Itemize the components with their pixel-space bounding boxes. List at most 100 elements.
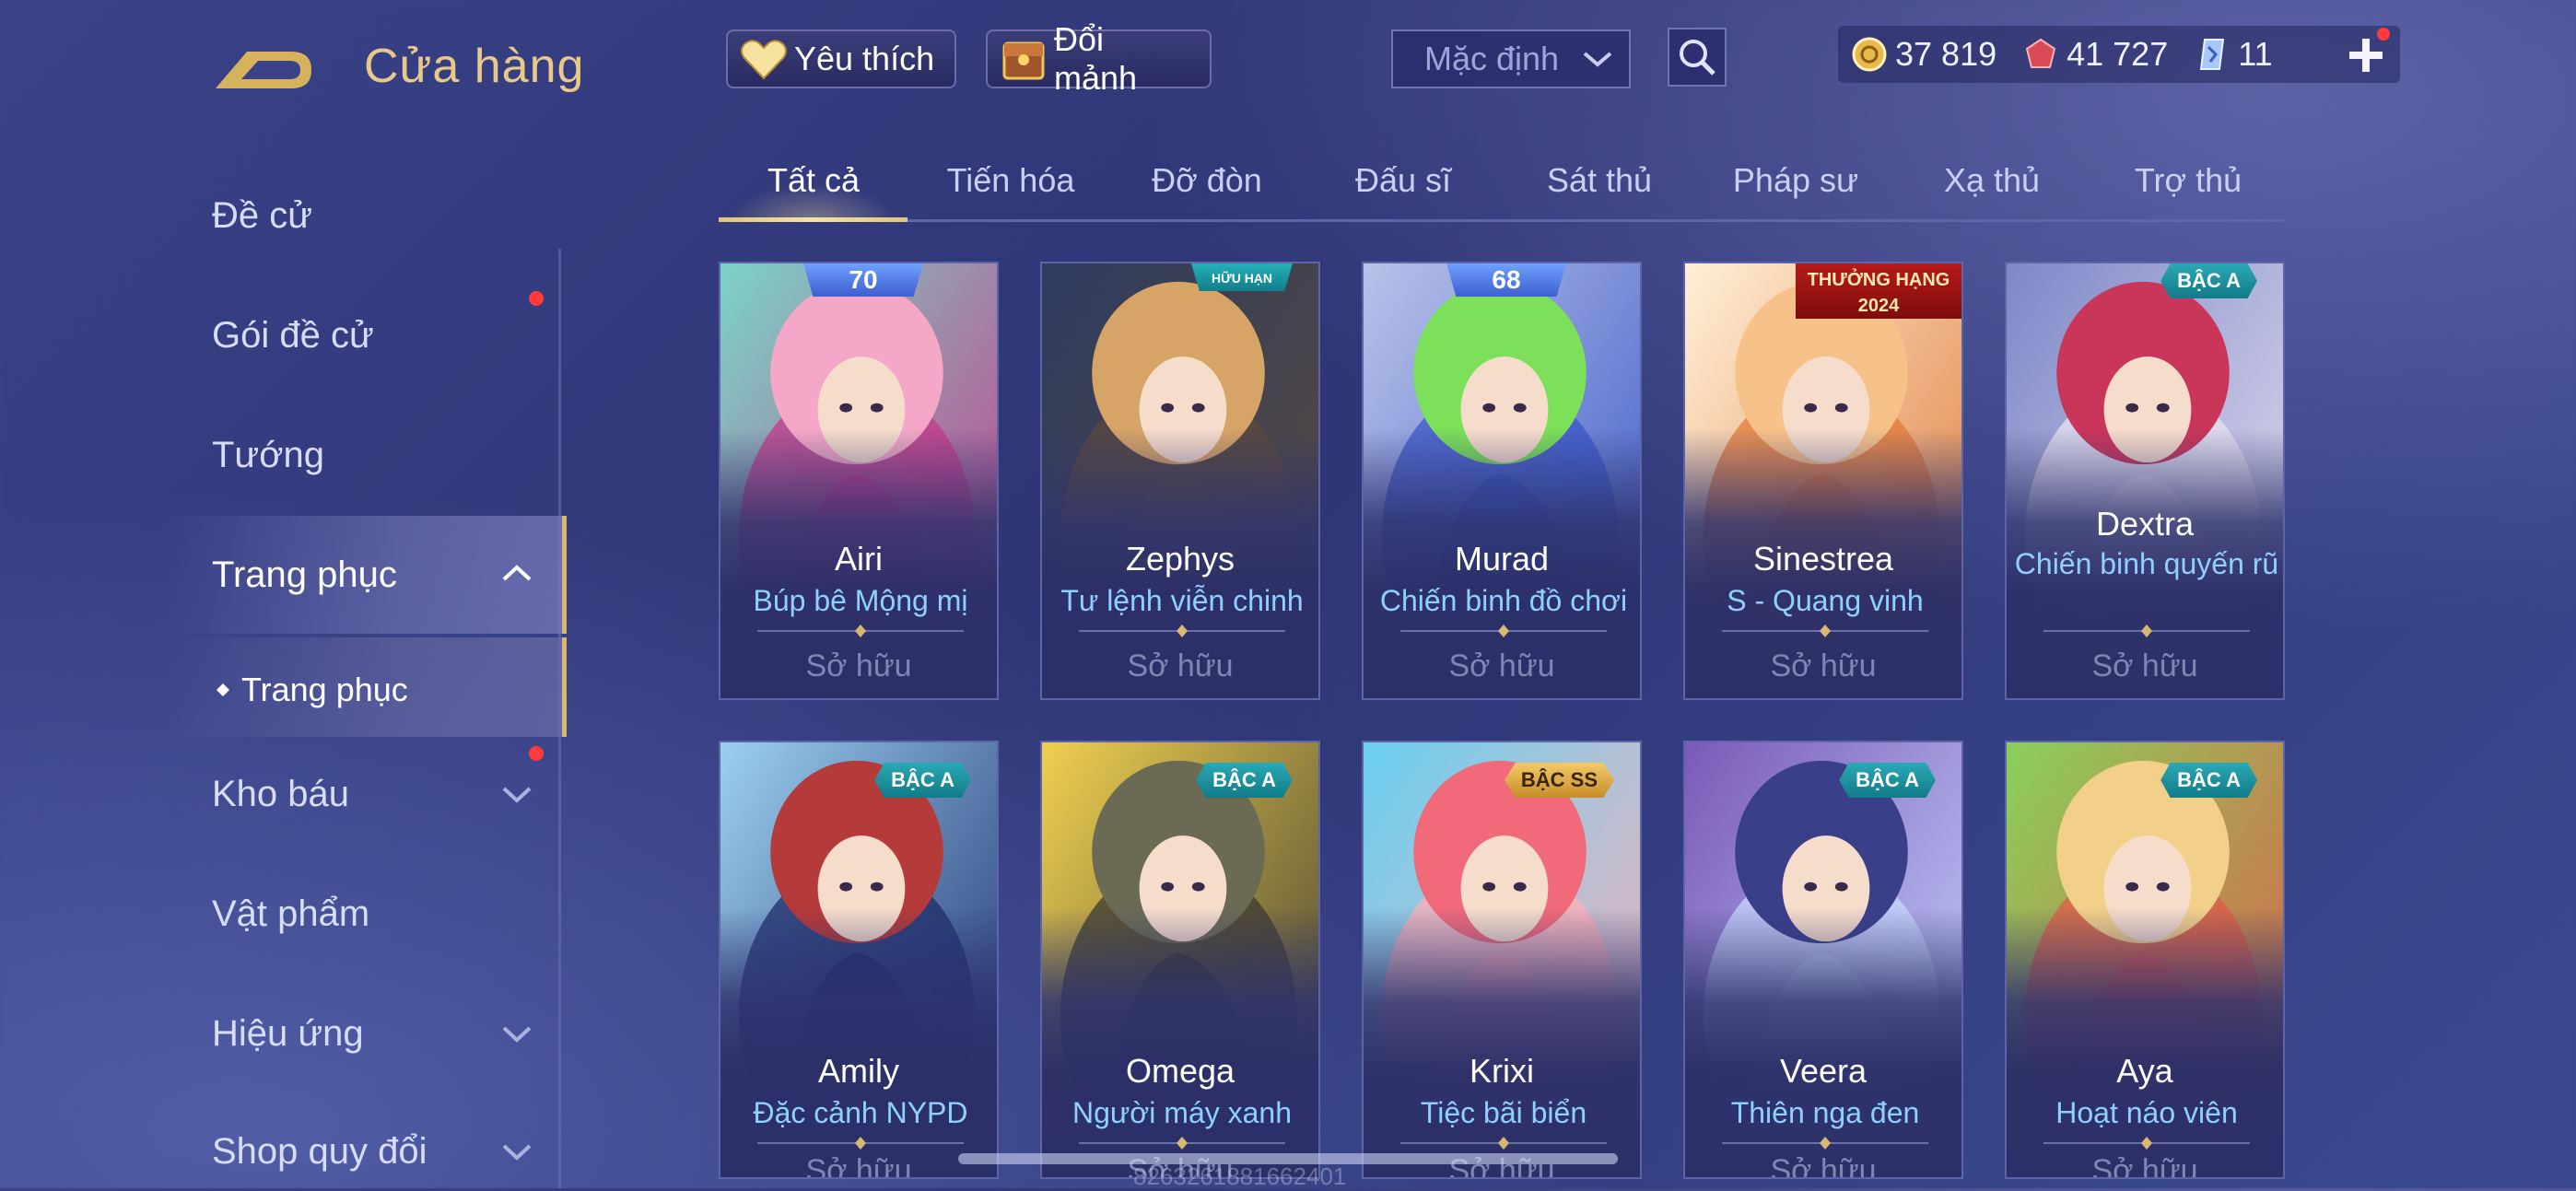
sidebar-item-recommended-packs[interactable]: Gói đề cử <box>212 315 374 356</box>
owned-status: Sở hữu <box>2091 1153 2198 1179</box>
tab-tank[interactable]: Đỡ đòn <box>1115 161 1299 200</box>
chevron-down-icon <box>1583 52 1612 67</box>
separator-ornament <box>1722 1137 1928 1150</box>
hero-name: Omega <box>1125 1052 1235 1090</box>
gold-value: 37 819 <box>1895 35 1997 73</box>
hero-name: Sinestrea <box>1752 540 1894 578</box>
skin-card[interactable]: BẬC A Dextra Chiến binh quyến rũ Sở hữu <box>2005 262 2285 700</box>
voucher-crystal-icon <box>2200 39 2225 70</box>
rank-reward-badge: THƯỞNG HẠNG 2024 <box>1796 263 1961 319</box>
owned-status: Sở hữu <box>805 648 912 683</box>
sidebar-subitem-skins[interactable]: Trang phục <box>216 671 408 709</box>
tab-evolution[interactable]: Tiến hóa <box>919 161 1103 200</box>
chevron-down-icon[interactable] <box>501 785 533 803</box>
sidebar-item-effects[interactable]: Hiệu ứng <box>212 1013 364 1055</box>
skin-card[interactable]: BẬC A Amily Đặc cảnh NYPD Sở hữu <box>719 741 999 1179</box>
separator-ornament <box>757 1137 964 1150</box>
notification-dot <box>2377 28 2390 41</box>
skin-name: Búp bê Mộng mị <box>753 584 968 617</box>
skin-card[interactable]: HỮU HẠN Zephys Tư lệnh viễn chinh Sở hữu <box>1040 262 1320 700</box>
tab-fighter[interactable]: Đấu sĩ <box>1311 161 1495 200</box>
sidebar-item-heroes[interactable]: Tướng <box>212 435 324 476</box>
level-badge: 68 <box>1446 263 1566 297</box>
tab-marksman[interactable]: Xạ thủ <box>1900 161 2084 200</box>
tier-badge: BẬC A <box>2160 763 2257 798</box>
favorites-button[interactable]: Yêu thích <box>726 29 956 88</box>
tier-badge: BẬC A <box>1839 763 1936 798</box>
notification-dot <box>529 746 544 761</box>
owned-status: Sở hữu <box>1770 648 1877 683</box>
currency-bar: 37 819 41 727 11 <box>1838 26 2400 83</box>
skin-name: Chiến binh quyến rũ <box>2014 547 2279 580</box>
treasure-chest-icon <box>1002 41 1045 80</box>
hero-name: Krixi <box>1469 1052 1534 1090</box>
hero-name: Amily <box>818 1052 899 1090</box>
skin-name: S - Quang vinh <box>1727 584 1924 617</box>
hero-name: Murad <box>1454 540 1550 578</box>
tab-all[interactable]: Tất cả <box>721 161 906 200</box>
hero-name: Dextra <box>2095 505 2195 543</box>
tier-badge: BẬC SS <box>1504 763 1614 798</box>
sidebar-item-recommended[interactable]: Đề cử <box>212 195 312 237</box>
owned-status: Sở hữu <box>1127 648 1234 683</box>
owned-status: Sở hữu <box>1448 648 1555 683</box>
search-button[interactable] <box>1668 28 1727 87</box>
skin-card[interactable]: BẬC A Aya Hoạt náo viên Sở hữu <box>2005 741 2285 1179</box>
skin-name: Thiên nga đen <box>1730 1096 1920 1129</box>
separator-ornament <box>1400 625 1607 637</box>
chevron-up-icon <box>502 565 532 581</box>
skin-card[interactable]: 68 Murad Chiến binh đồ chơi Sở hữu <box>1362 262 1642 700</box>
separator-ornament <box>1722 625 1928 637</box>
skin-card[interactable]: BẬC A Veera Thiên nga đen Sở hữu <box>1683 741 1963 1179</box>
sidebar-item-skins[interactable]: Trang phục <box>212 555 397 596</box>
gold-coin-icon <box>1852 37 1887 72</box>
separator-ornament <box>1079 625 1285 637</box>
tab-assassin[interactable]: Sát thủ <box>1507 161 1692 200</box>
tab-support[interactable]: Trợ thủ <box>2096 161 2280 200</box>
separator-ornament <box>2043 625 2250 637</box>
search-icon <box>1680 40 1715 76</box>
hero-name: Veera <box>1779 1052 1868 1090</box>
skin-name: Hoạt náo viên <box>2055 1096 2238 1129</box>
back-arrow-icon <box>216 52 311 88</box>
owned-status: Sở hữu <box>1770 1153 1877 1179</box>
sort-dropdown[interactable]: Mặc định <box>1391 29 1631 88</box>
hero-name: Aya <box>2116 1052 2173 1090</box>
limited-badge: HỮU HẠN <box>1191 263 1293 291</box>
diamond-bullet-icon <box>217 683 229 696</box>
skin-name: Chiến binh đồ chơi <box>1379 584 1628 617</box>
skin-card[interactable]: 70 Airi Búp bê Mộng mị Sở hữu <box>719 262 999 700</box>
skin-card[interactable]: BẬC SS Krixi Tiệc bãi biển Sở hữu <box>1362 741 1642 1179</box>
shard-exchange-button[interactable]: Đổi mảnh <box>986 20 1212 97</box>
sort-selected-value: Mặc định <box>1424 40 1560 77</box>
separator-ornament <box>1079 1137 1285 1150</box>
tier-badge: BẬC A <box>1196 763 1293 798</box>
sidebar-item-exchange-shop[interactable]: Shop quy đổi <box>212 1131 427 1173</box>
chevron-down-icon[interactable] <box>501 1024 533 1043</box>
gold-balance: 37 819 <box>1851 35 1996 74</box>
hero-name: Airi <box>835 540 883 578</box>
skin-name: Người máy xanh <box>1071 1096 1293 1129</box>
tab-underline <box>719 219 2285 222</box>
heart-icon <box>741 40 787 80</box>
level-badge: 70 <box>803 263 923 297</box>
page-title: Cửa hàng <box>364 40 585 93</box>
ruby-value: 41 727 <box>2067 35 2169 73</box>
user-id-watermark: 8263261881662401 <box>1133 1162 1347 1190</box>
voucher-balance: 11 <box>2194 35 2273 74</box>
ruby-gem-icon <box>2025 38 2056 68</box>
chevron-down-icon[interactable] <box>501 1142 533 1161</box>
skin-name: Đặc cảnh NYPD <box>753 1096 968 1129</box>
sidebar-item-items[interactable]: Vật phẩm <box>212 893 369 935</box>
skin-card[interactable]: BẬC A Omega Người máy xanh Sở hữu <box>1040 741 1320 1179</box>
voucher-value: 11 <box>2238 35 2273 73</box>
tier-badge: BẬC A <box>874 763 971 798</box>
ruby-balance: 41 727 <box>2022 35 2168 74</box>
hero-name: Zephys <box>1125 540 1235 578</box>
tab-active-indicator <box>719 217 907 222</box>
skin-card[interactable]: THƯỞNG HẠNG 2024 Sinestrea S - Quang vin… <box>1683 262 1963 700</box>
back-button[interactable] <box>210 39 319 96</box>
home-indicator-bar[interactable] <box>958 1153 1618 1164</box>
tab-mage[interactable]: Pháp sư <box>1704 161 1888 200</box>
sidebar-item-treasure[interactable]: Kho báu <box>212 774 349 815</box>
